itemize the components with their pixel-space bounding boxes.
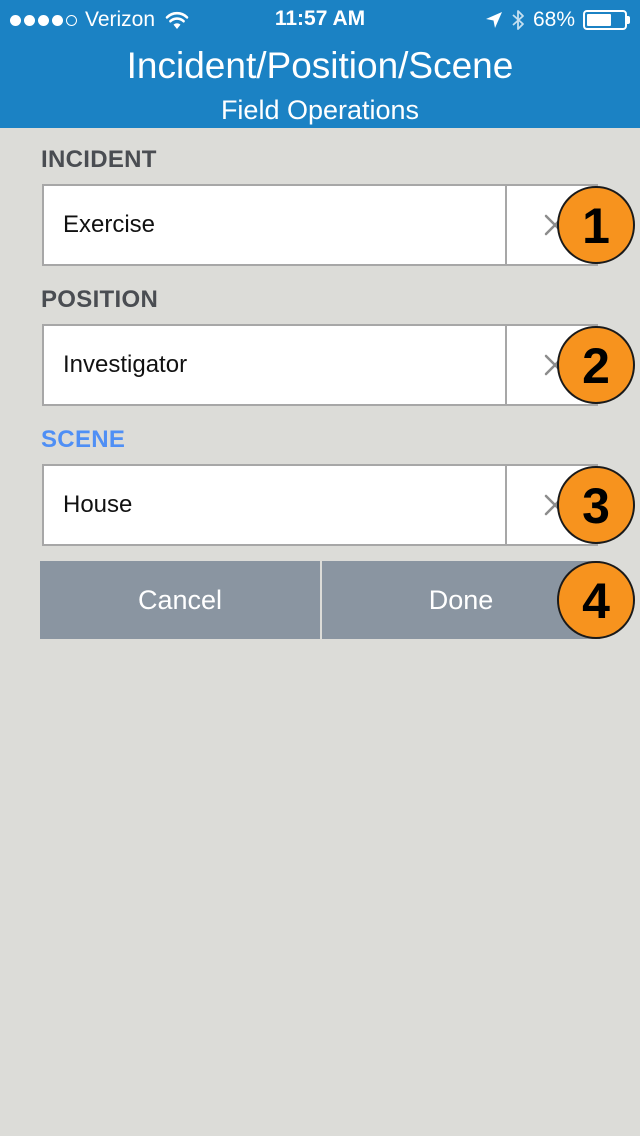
scene-field[interactable]: House [42,464,598,546]
position-field[interactable]: Investigator [42,324,598,406]
position-label: POSITION [41,286,159,313]
callout-marker-2: 2 [557,326,635,404]
cancel-button[interactable]: Cancel [40,561,320,639]
scene-label: SCENE [41,426,126,453]
page-title: Incident/Position/Scene [126,45,514,86]
position-value: Investigator [63,351,188,378]
location-arrow-icon [485,12,502,28]
incident-field[interactable]: Exercise [42,184,598,266]
battery-percentage: 68% [532,8,575,31]
incident-label: INCIDENT [41,146,157,173]
callout-marker-3: 3 [557,466,635,544]
page-subtitle: Field Operations [220,95,420,125]
callout-marker-1: 1 [557,186,635,264]
scene-value: House [63,491,133,518]
callout-marker-4: 4 [557,561,635,639]
bluetooth-icon [512,10,524,30]
incident-value: Exercise [63,211,156,238]
status-bar: Verizon 11:57 AM 68% [0,0,640,40]
header-bar: Verizon 11:57 AM 68% Incident/Position/S… [0,0,640,128]
status-right: 68% [485,8,630,32]
battery-level [587,14,612,26]
battery-icon [583,10,630,30]
